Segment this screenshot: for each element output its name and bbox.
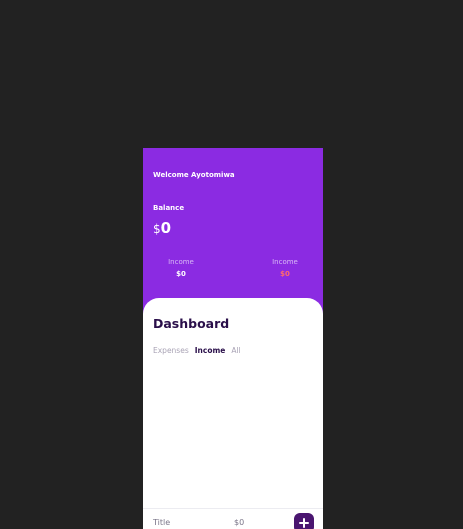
tab-expenses[interactable]: Expenses [153,346,189,355]
expense-stat: Income $0 [255,258,315,278]
income-stat: Income $0 [151,258,211,278]
expense-stat-value: $0 [280,270,290,278]
dashboard-title: Dashboard [153,316,230,331]
balance-value: $0 [153,220,171,236]
dashboard-tabs: Expenses Income All [153,346,241,355]
plus-icon [299,518,309,528]
transaction-title: Title [153,518,171,527]
add-transaction-button[interactable] [294,513,314,529]
income-stat-label: Income [168,258,194,266]
balance-currency: $ [153,222,161,236]
balance-label: Balance [153,204,185,212]
app-screen: Welcome Ayotomiwa Balance $0 Income $0 I… [143,148,323,529]
transaction-amount: $0 [234,518,245,527]
income-stat-value: $0 [176,270,186,278]
transaction-row: Title $0 [143,508,323,529]
expense-stat-label: Income [272,258,298,266]
tab-all[interactable]: All [231,346,240,355]
balance-amount: 0 [160,219,172,237]
welcome-text: Welcome Ayotomiwa [153,171,235,179]
dashboard-sheet: Dashboard Expenses Income All Title $0 [143,298,323,529]
tab-income[interactable]: Income [195,346,226,355]
